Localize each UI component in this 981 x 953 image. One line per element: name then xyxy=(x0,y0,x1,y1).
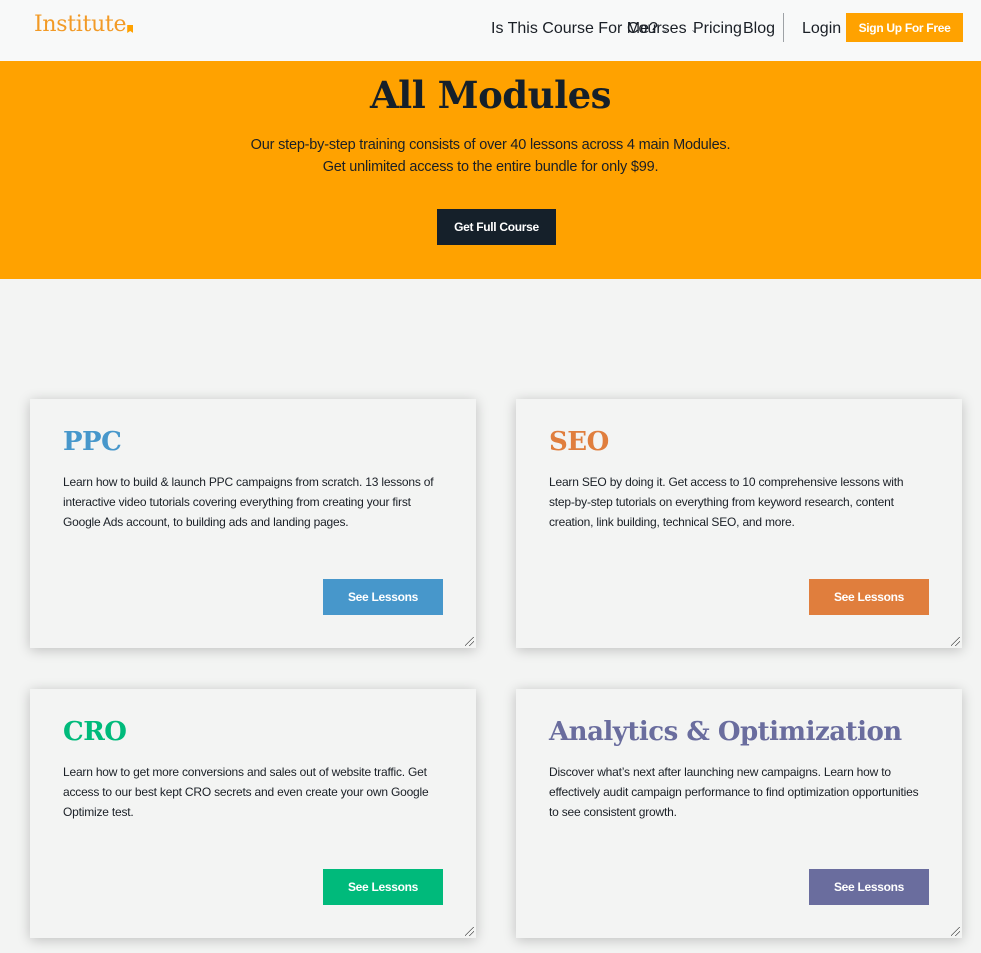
resize-handle-icon[interactable] xyxy=(951,637,960,646)
cta-label: Get Full Course xyxy=(454,220,539,234)
login-label: Login xyxy=(802,20,842,37)
nav-item-courses[interactable]: Courses ⌄ xyxy=(627,20,697,38)
module-description: Discover what’s next after launching new… xyxy=(549,765,919,819)
page-title: All Modules xyxy=(369,73,612,117)
resize-handle-icon[interactable] xyxy=(465,927,474,936)
resize-handle-icon[interactable] xyxy=(465,637,474,646)
module-title: Analytics & Optimization xyxy=(549,717,902,747)
nav-item-blog[interactable]: Blog xyxy=(743,20,775,38)
sign-up-label: Sign Up For Free xyxy=(858,20,951,35)
nav-divider xyxy=(783,13,784,42)
button-label: See Lessons xyxy=(347,880,419,894)
see-lessons-button[interactable]: See Lessons xyxy=(809,579,929,615)
module-card-seo: SEO Learn SEO by doing it. Get access to… xyxy=(516,399,962,648)
nav-label: Courses xyxy=(627,20,687,37)
module-description: Learn how to get more conversions and sa… xyxy=(63,765,429,819)
get-full-course-button[interactable]: Get Full Course xyxy=(437,209,556,245)
module-title: SEO xyxy=(549,427,609,457)
resize-handle-icon[interactable] xyxy=(951,927,960,936)
hero-subtitle: Our step-by-step training consists of ov… xyxy=(0,134,981,178)
module-card-cro: CRO Learn how to get more conversions an… xyxy=(30,689,476,938)
module-description: Learn how to build & launch PPC campaign… xyxy=(63,475,434,529)
nav-label: Blog xyxy=(743,20,776,37)
logo-text: Institute xyxy=(34,12,127,37)
see-lessons-button[interactable]: See Lessons xyxy=(323,579,443,615)
hero-subtitle-line: Our step-by-step training consists of ov… xyxy=(250,137,731,153)
see-lessons-button[interactable]: See Lessons xyxy=(809,869,929,905)
bookmark-icon xyxy=(127,25,134,33)
button-label: See Lessons xyxy=(833,590,905,604)
nav-label: Pricing xyxy=(693,20,742,37)
button-label: See Lessons xyxy=(833,880,905,894)
button-label: See Lessons xyxy=(347,590,419,604)
module-title: PPC xyxy=(63,427,122,457)
hero-subtitle-line: Get unlimited access to the entire bundl… xyxy=(322,159,659,175)
login-link[interactable]: Login xyxy=(802,20,841,38)
module-description: Learn SEO by doing it. Get access to 10 … xyxy=(549,475,904,529)
sign-up-button[interactable]: Sign Up For Free xyxy=(846,13,963,42)
module-card-analytics: Analytics & Optimization Discover what’s… xyxy=(516,689,962,938)
hero-banner: All Modules Our step-by-step training co… xyxy=(0,61,981,279)
module-card-ppc: PPC Learn how to build & launch PPC camp… xyxy=(30,399,476,648)
see-lessons-button[interactable]: See Lessons xyxy=(323,869,443,905)
nav-item-pricing[interactable]: Pricing xyxy=(693,20,742,38)
logo[interactable]: Institute xyxy=(34,12,134,37)
site-header: Institute Is This Course For Me? ⌄ Course… xyxy=(0,0,981,61)
module-title: CRO xyxy=(63,717,127,747)
